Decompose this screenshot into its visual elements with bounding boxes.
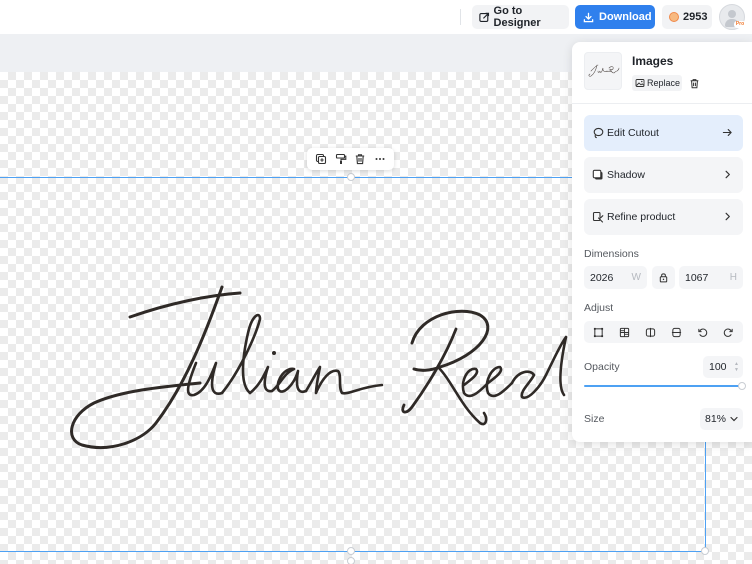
credits-count: 2953 xyxy=(683,11,708,23)
opacity-stepper-icon[interactable]: ▲ ▼ xyxy=(734,361,739,373)
credits-badge[interactable]: 2953 xyxy=(662,5,712,29)
arrow-right-icon xyxy=(722,129,732,136)
trash-icon xyxy=(690,78,698,88)
resize-handle-top[interactable] xyxy=(347,173,355,181)
chevron-right-icon xyxy=(725,170,730,179)
flip-horizontal-icon[interactable] xyxy=(642,323,660,341)
image-thumbnail[interactable] xyxy=(584,52,622,90)
height-value: 1067 xyxy=(685,271,709,284)
size-select[interactable]: 81% xyxy=(700,408,743,430)
opacity-label: Opacity xyxy=(584,361,620,373)
edit-cutout-option[interactable]: Edit Cutout xyxy=(584,115,743,151)
width-value: 2026 xyxy=(590,271,614,284)
duplicate-icon[interactable] xyxy=(313,151,329,167)
refine-product-label: Refine product xyxy=(607,211,676,223)
replace-label: Replace xyxy=(647,78,681,88)
width-field[interactable]: 2026 W xyxy=(584,266,647,289)
more-icon[interactable] xyxy=(372,151,388,167)
width-unit: W xyxy=(631,272,641,283)
go-to-designer-button[interactable]: Go to Designer xyxy=(472,5,569,29)
avatar[interactable]: Pro xyxy=(719,4,746,30)
delete-icon[interactable] xyxy=(352,151,368,167)
dimensions-label: Dimensions xyxy=(584,248,639,260)
chevron-down-icon xyxy=(730,416,738,422)
opacity-slider-track[interactable] xyxy=(584,385,740,387)
adjust-toolbar xyxy=(584,321,743,343)
rotate-left-icon[interactable] xyxy=(693,323,711,341)
download-icon xyxy=(583,12,594,22)
height-field[interactable]: 1067 H xyxy=(679,266,743,289)
properties-panel: Images Replace Edit Cutout Shadow Refine… xyxy=(572,42,752,442)
panel-title: Images xyxy=(632,54,674,68)
designer-icon xyxy=(479,12,490,22)
size-label: Size xyxy=(584,413,605,425)
refine-product-option[interactable]: Refine product xyxy=(584,199,743,235)
opacity-value: 100 xyxy=(709,361,727,373)
opacity-input[interactable]: 100 ▲ ▼ xyxy=(703,356,743,378)
floating-toolbar xyxy=(307,148,394,170)
replace-button[interactable]: Replace xyxy=(632,75,682,91)
go-to-designer-label: Go to Designer xyxy=(493,5,541,29)
rotate-handle[interactable] xyxy=(347,557,355,564)
resize-handle-bottom[interactable] xyxy=(347,547,355,555)
download-button[interactable]: Download xyxy=(575,5,655,29)
adjust-label: Adjust xyxy=(584,302,614,314)
lock-icon xyxy=(659,273,668,283)
pro-badge: Pro xyxy=(734,21,746,28)
signature-image[interactable] xyxy=(60,275,580,455)
crop-icon[interactable] xyxy=(590,323,608,341)
delete-image-button[interactable] xyxy=(687,76,701,90)
lasso-icon xyxy=(593,127,604,139)
size-value: 81% xyxy=(705,413,727,425)
aspect-lock-button[interactable] xyxy=(652,266,675,289)
shadow-label: Shadow xyxy=(607,169,645,181)
toolbar-divider xyxy=(460,9,461,25)
download-label: Download xyxy=(599,11,652,23)
resize-handle-bottom-right[interactable] xyxy=(701,547,709,555)
panel-divider xyxy=(572,103,752,104)
edit-cutout-label: Edit Cutout xyxy=(607,127,659,139)
top-bar: Go to Designer Download 2953 Pro xyxy=(0,0,752,34)
image-icon xyxy=(635,79,645,87)
paint-format-icon[interactable] xyxy=(333,151,349,167)
grid-icon[interactable] xyxy=(616,323,634,341)
shadow-option[interactable]: Shadow xyxy=(584,157,743,193)
coin-icon xyxy=(669,12,679,22)
rotate-right-icon[interactable] xyxy=(719,323,737,341)
shadow-icon xyxy=(592,169,603,180)
avatar-head xyxy=(728,10,736,18)
flip-vertical-icon[interactable] xyxy=(667,323,685,341)
height-unit: H xyxy=(729,272,737,283)
chevron-right-icon xyxy=(725,212,730,221)
opacity-slider-handle[interactable] xyxy=(738,382,746,390)
refine-icon xyxy=(592,211,604,223)
